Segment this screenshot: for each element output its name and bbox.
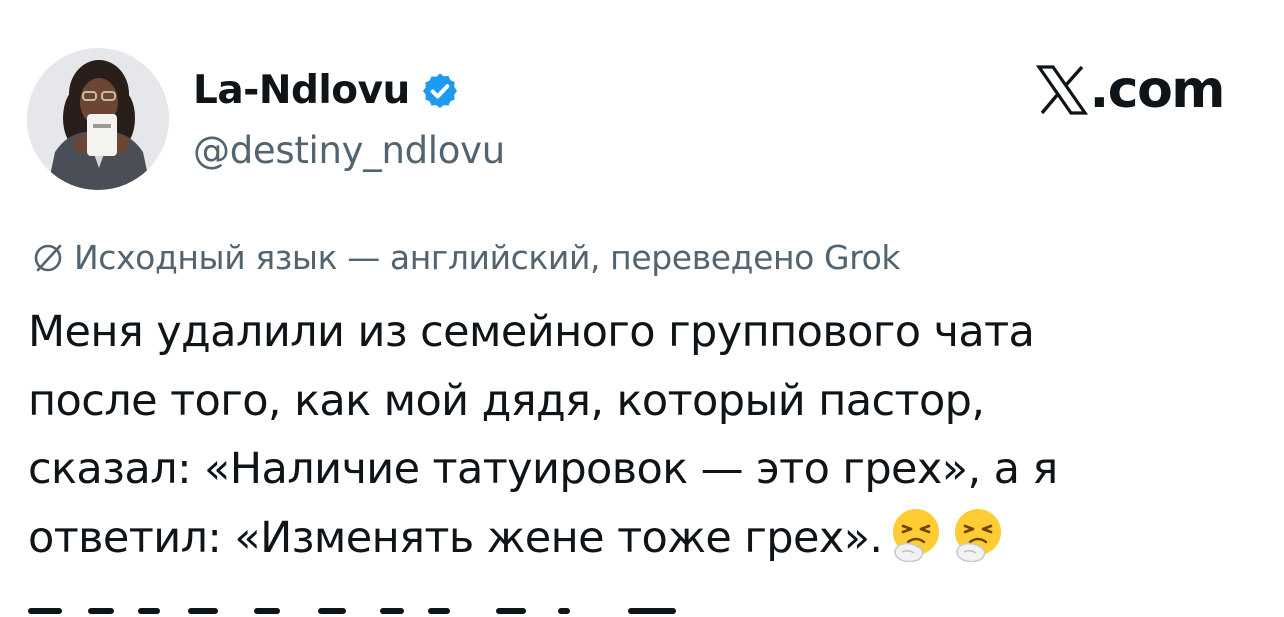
cut-off-fragment bbox=[558, 608, 570, 614]
translation-text: Исходный язык — английский, переведено G… bbox=[74, 237, 901, 277]
avatar[interactable] bbox=[27, 48, 169, 190]
tweet-text: Меня удалили из семейного группового чат… bbox=[28, 298, 1258, 572]
globe-slash-icon bbox=[30, 239, 66, 275]
cut-off-fragment bbox=[318, 608, 346, 614]
translation-note[interactable]: Исходный язык — английский, переведено G… bbox=[30, 232, 901, 282]
display-name[interactable]: La-Ndlovu bbox=[193, 66, 410, 116]
verified-badge-icon bbox=[420, 71, 460, 111]
x-logo-icon bbox=[1035, 65, 1088, 115]
author-name-row: La-Ndlovu bbox=[193, 66, 460, 116]
sneezing-face-icon bbox=[888, 506, 944, 562]
cut-off-fragment bbox=[380, 608, 404, 614]
tweet-line-last: ответил: «Изменять жене тоже грех». bbox=[28, 504, 1258, 573]
cut-off-fragment bbox=[188, 608, 218, 614]
sneezing-face-icon bbox=[950, 506, 1006, 562]
cut-off-fragment bbox=[138, 608, 160, 614]
cut-off-row bbox=[28, 600, 728, 617]
author-handle[interactable]: @destiny_ndlovu bbox=[193, 127, 505, 175]
tweet-line: сказал: «Наличие татуировок — это грех»,… bbox=[28, 444, 1058, 494]
cut-off-fragment bbox=[628, 608, 676, 614]
tweet-line: Меня удалили из семейного группового чат… bbox=[28, 307, 1035, 357]
logo-suffix: .com bbox=[1089, 60, 1226, 120]
tweet-card: La-Ndlovu @destiny_ndlovu .com Исходный bbox=[0, 0, 1284, 617]
cut-off-fragment bbox=[428, 608, 450, 614]
tweet-line: после того, как мой дядя, который пастор… bbox=[28, 375, 985, 426]
cut-off-fragment bbox=[254, 608, 280, 614]
x-com-logo: .com bbox=[1035, 60, 1226, 120]
cut-off-fragment bbox=[88, 608, 114, 614]
cut-off-fragment bbox=[496, 608, 526, 614]
tweet-line-text: ответил: «Изменять жене тоже грех». bbox=[28, 512, 883, 563]
cut-off-fragment bbox=[28, 608, 62, 614]
